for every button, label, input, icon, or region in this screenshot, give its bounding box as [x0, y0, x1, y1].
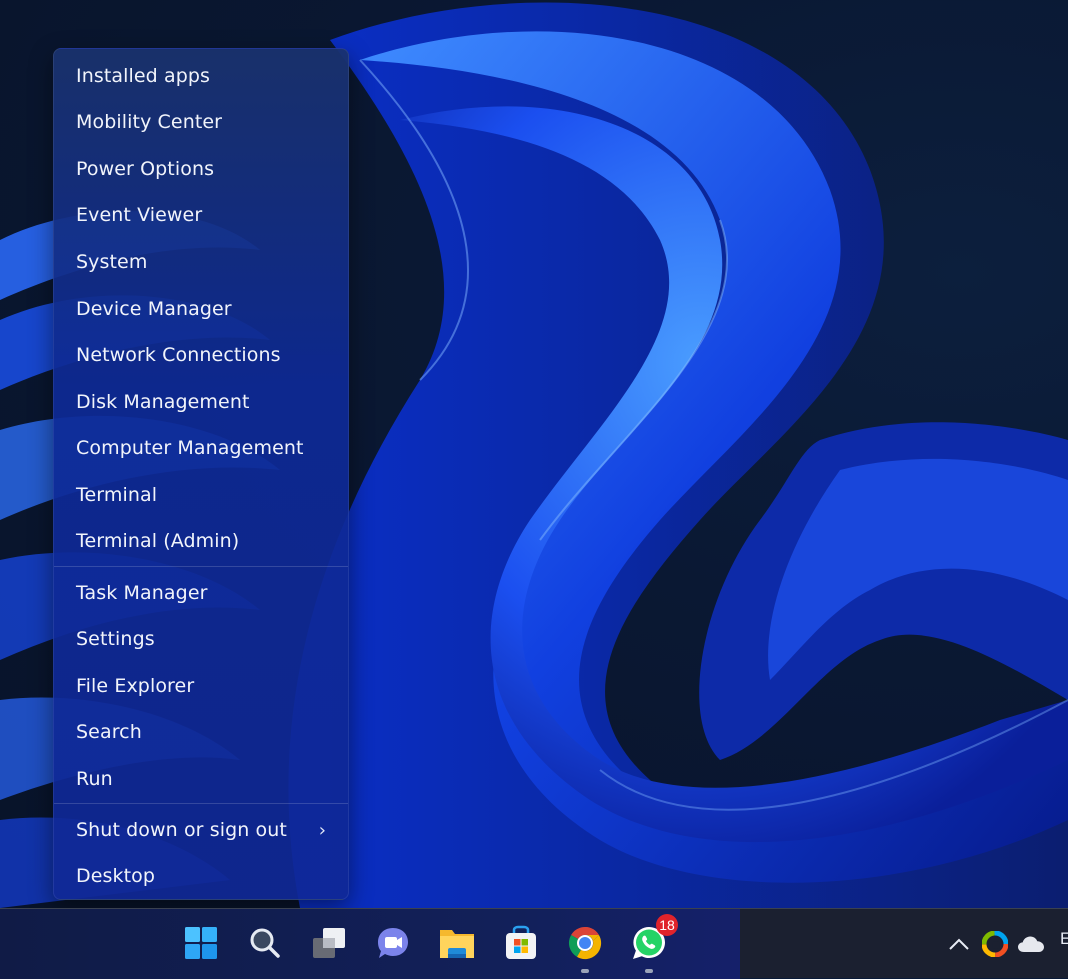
menu-item-mobility-center[interactable]: Mobility Center: [54, 100, 348, 144]
menu-item-disk-management[interactable]: Disk Management: [54, 380, 348, 424]
menu-item-shut-down-or-sign-out[interactable]: Shut down or sign out ›: [54, 808, 348, 852]
menu-item-installed-apps[interactable]: Installed apps: [54, 54, 348, 98]
menu-item-terminal[interactable]: Terminal: [54, 473, 348, 517]
menu-item-file-explorer[interactable]: File Explorer: [54, 664, 348, 708]
running-indicator: [581, 969, 589, 973]
menu-item-desktop[interactable]: Desktop: [54, 854, 348, 898]
menu-item-label: Task Manager: [76, 582, 208, 604]
microsoft-store-button[interactable]: [500, 922, 542, 964]
chrome-icon: [568, 926, 602, 960]
menu-item-label: Run: [76, 768, 113, 790]
menu-item-computer-management[interactable]: Computer Management: [54, 426, 348, 470]
menu-item-label: Settings: [76, 628, 155, 650]
search-icon: [250, 928, 280, 958]
show-hidden-icons-button[interactable]: [946, 931, 972, 957]
menu-item-label: Terminal: [76, 484, 158, 506]
menu-item-label: Network Connections: [76, 344, 281, 366]
menu-item-task-manager[interactable]: Task Manager: [54, 571, 348, 615]
file-explorer-button[interactable]: [436, 922, 478, 964]
menu-item-event-viewer[interactable]: Event Viewer: [54, 193, 348, 237]
menu-item-network-connections[interactable]: Network Connections: [54, 333, 348, 377]
chat-button[interactable]: [372, 922, 414, 964]
menu-item-search[interactable]: Search: [54, 710, 348, 754]
menu-item-terminal-admin[interactable]: Terminal (Admin): [54, 519, 348, 563]
task-view-icon: [313, 928, 345, 958]
menu-item-device-manager[interactable]: Device Manager: [54, 287, 348, 331]
whatsapp-button[interactable]: 18: [628, 914, 678, 973]
menu-item-label: Shut down or sign out: [76, 819, 287, 841]
menu-item-label: Mobility Center: [76, 111, 223, 133]
menu-item-label: Event Viewer: [76, 204, 203, 226]
windows-start-icon: [185, 927, 217, 959]
edge-dev-icon: [982, 931, 1008, 957]
chevron-up-icon: [949, 938, 969, 950]
menu-item-label: Desktop: [76, 865, 156, 887]
menu-item-run[interactable]: Run: [54, 757, 348, 801]
menu-item-label: Disk Management: [76, 391, 250, 413]
task-view-button[interactable]: [308, 922, 350, 964]
menu-item-label: Terminal (Admin): [76, 530, 240, 552]
taskbar: 18 E: [0, 908, 1068, 979]
file-explorer-icon: [440, 930, 474, 958]
menu-item-label: System: [76, 251, 148, 273]
menu-item-label: Computer Management: [76, 437, 304, 459]
teams-chat-icon: [378, 928, 408, 958]
search-button[interactable]: [244, 922, 286, 964]
menu-separator: [54, 803, 348, 804]
chevron-right-icon: ›: [318, 819, 326, 841]
chrome-button[interactable]: [564, 922, 606, 973]
tray-onedrive[interactable]: [1016, 931, 1046, 957]
menu-item-label: Power Options: [76, 158, 215, 180]
menu-item-label: Search: [76, 721, 142, 743]
tray-clipped-text: E: [1060, 929, 1068, 948]
notification-badge: 18: [656, 914, 678, 936]
onedrive-icon: [1018, 936, 1044, 952]
menu-item-system[interactable]: System: [54, 240, 348, 284]
menu-item-label: Installed apps: [76, 65, 211, 87]
menu-separator: [54, 566, 348, 567]
menu-item-settings[interactable]: Settings: [54, 617, 348, 661]
start-button[interactable]: [180, 922, 222, 964]
power-user-context-menu: Installed apps Mobility Center Power Opt…: [53, 48, 349, 900]
store-icon: [506, 925, 536, 959]
running-indicator: [645, 969, 653, 973]
menu-item-label: Device Manager: [76, 298, 232, 320]
tray-edge-dev[interactable]: [981, 931, 1009, 957]
menu-item-label: File Explorer: [76, 675, 195, 697]
menu-item-power-options[interactable]: Power Options: [54, 147, 348, 191]
